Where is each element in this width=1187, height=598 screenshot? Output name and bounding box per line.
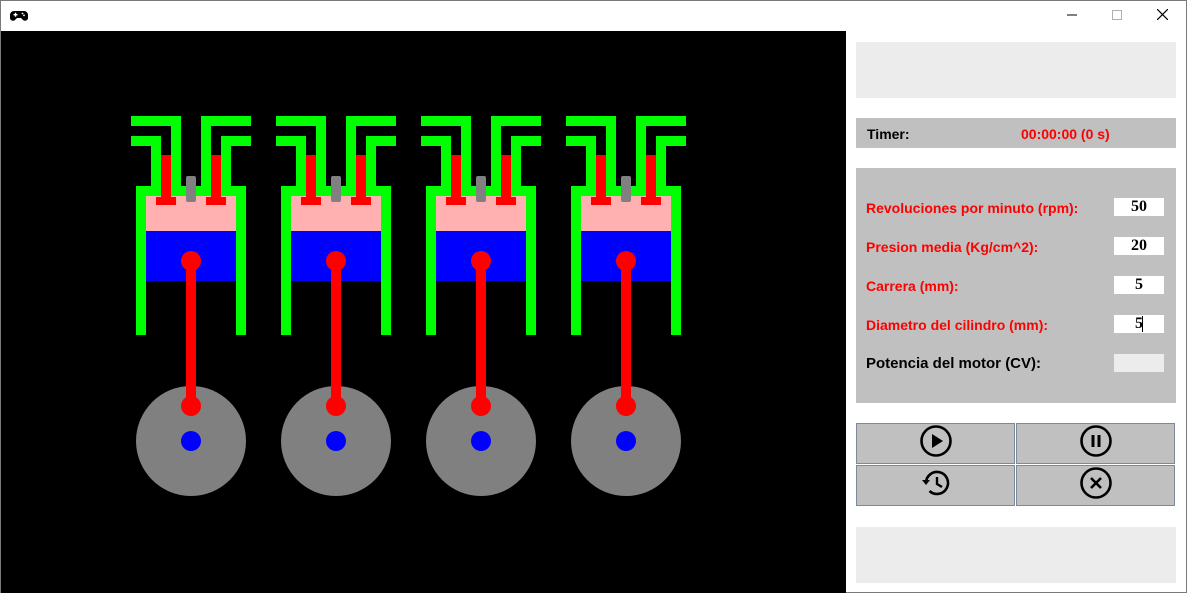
spark-plug bbox=[186, 176, 196, 202]
piston-pin bbox=[616, 251, 636, 271]
minimize-button[interactable] bbox=[1049, 1, 1095, 31]
history-icon bbox=[919, 466, 953, 505]
timer-label: Timer: bbox=[867, 126, 910, 142]
crank-pin bbox=[471, 396, 491, 416]
spark-plug bbox=[331, 176, 341, 202]
intake-valve-head bbox=[446, 197, 466, 205]
cylinder-wall-right bbox=[671, 186, 681, 335]
text-caret bbox=[1142, 316, 1143, 332]
minimize-icon bbox=[1067, 7, 1077, 25]
intake-valve-stem bbox=[306, 155, 316, 197]
pause-button[interactable] bbox=[1016, 423, 1175, 464]
rpm-label: Revoluciones por minuto (rpm): bbox=[866, 200, 1079, 216]
spark-plug bbox=[476, 176, 486, 202]
intake-port-bottom bbox=[421, 136, 451, 186]
intake-valve-stem bbox=[596, 155, 606, 197]
crank-pin bbox=[326, 396, 346, 416]
crank-pin bbox=[181, 396, 201, 416]
cylinder-wall-left bbox=[136, 186, 146, 335]
pressure-input[interactable] bbox=[1114, 237, 1164, 255]
app-window: Timer: 00:00:00 (0 s) Revoluciones por m… bbox=[0, 0, 1187, 593]
intake-port-bottom bbox=[276, 136, 306, 186]
intake-valve-head bbox=[591, 197, 611, 205]
close-window-button[interactable] bbox=[1139, 1, 1185, 31]
exhaust-valve-stem bbox=[646, 155, 656, 197]
connecting-rod bbox=[476, 261, 486, 406]
exhaust-valve-head bbox=[496, 197, 516, 205]
exhaust-valve-head bbox=[351, 197, 371, 205]
cylinder-wall-left bbox=[426, 186, 436, 335]
exhaust-port-bottom bbox=[366, 136, 396, 186]
connecting-rod bbox=[331, 261, 341, 406]
top-panel bbox=[856, 42, 1176, 98]
piston-pin bbox=[181, 251, 201, 271]
crank-pin bbox=[616, 396, 636, 416]
rpm-input[interactable] bbox=[1114, 198, 1164, 216]
cylinder-wall-right bbox=[526, 186, 536, 335]
exhaust-valve-stem bbox=[211, 155, 221, 197]
connecting-rod bbox=[186, 261, 196, 406]
stroke-input[interactable] bbox=[1114, 276, 1164, 294]
diameter-label: Diametro del cilindro (mm): bbox=[866, 317, 1049, 333]
intake-valve-head bbox=[301, 197, 321, 205]
crank-center bbox=[326, 431, 346, 451]
exhaust-valve-head bbox=[641, 197, 661, 205]
spark-plug bbox=[621, 176, 631, 202]
maximize-icon bbox=[1112, 7, 1122, 25]
title-bar bbox=[1, 1, 1186, 31]
cylinder-wall-right bbox=[236, 186, 246, 335]
exhaust-valve-stem bbox=[501, 155, 511, 197]
power-label: Potencia del motor (CV): bbox=[866, 355, 1042, 372]
timer-bar: Timer: 00:00:00 (0 s) bbox=[856, 118, 1176, 148]
cylinder-wall-left bbox=[571, 186, 581, 335]
intake-valve-head bbox=[156, 197, 176, 205]
stroke-label: Carrera (mm): bbox=[866, 278, 959, 294]
crank-center bbox=[471, 431, 491, 451]
exhaust-valve-stem bbox=[356, 155, 366, 197]
maximize-button[interactable] bbox=[1094, 1, 1140, 31]
exhaust-port-bottom bbox=[656, 136, 686, 186]
cylinder-wall-right bbox=[381, 186, 391, 335]
stop-button[interactable] bbox=[1016, 465, 1175, 506]
crank-center bbox=[616, 431, 636, 451]
parameters-panel: Revoluciones por minuto (rpm): Presion m… bbox=[856, 168, 1176, 403]
close-icon bbox=[1156, 7, 1168, 25]
power-output bbox=[1114, 354, 1164, 372]
play-button[interactable] bbox=[856, 423, 1015, 464]
play-icon bbox=[919, 424, 953, 463]
crank-center bbox=[181, 431, 201, 451]
piston-pin bbox=[471, 251, 491, 271]
piston-pin bbox=[326, 251, 346, 271]
close-circle-icon bbox=[1079, 466, 1113, 505]
exhaust-valve-head bbox=[206, 197, 226, 205]
restart-button[interactable] bbox=[856, 465, 1015, 506]
engine-drawing bbox=[131, 116, 686, 496]
intake-valve-stem bbox=[161, 155, 171, 197]
bottom-panel bbox=[856, 527, 1176, 583]
pressure-label: Presion media (Kg/cm^2): bbox=[866, 239, 1039, 255]
exhaust-port-bottom bbox=[511, 136, 541, 186]
timer-value: 00:00:00 (0 s) bbox=[1021, 126, 1110, 142]
intake-port-bottom bbox=[131, 136, 161, 186]
pause-icon bbox=[1079, 424, 1113, 463]
engine-canvas bbox=[1, 31, 846, 593]
connecting-rod bbox=[621, 261, 631, 406]
cylinder-wall-left bbox=[281, 186, 291, 335]
intake-valve-stem bbox=[451, 155, 461, 197]
gamepad-icon bbox=[10, 8, 28, 24]
intake-port-bottom bbox=[566, 136, 596, 186]
diameter-input[interactable] bbox=[1114, 315, 1164, 333]
exhaust-port-bottom bbox=[221, 136, 251, 186]
